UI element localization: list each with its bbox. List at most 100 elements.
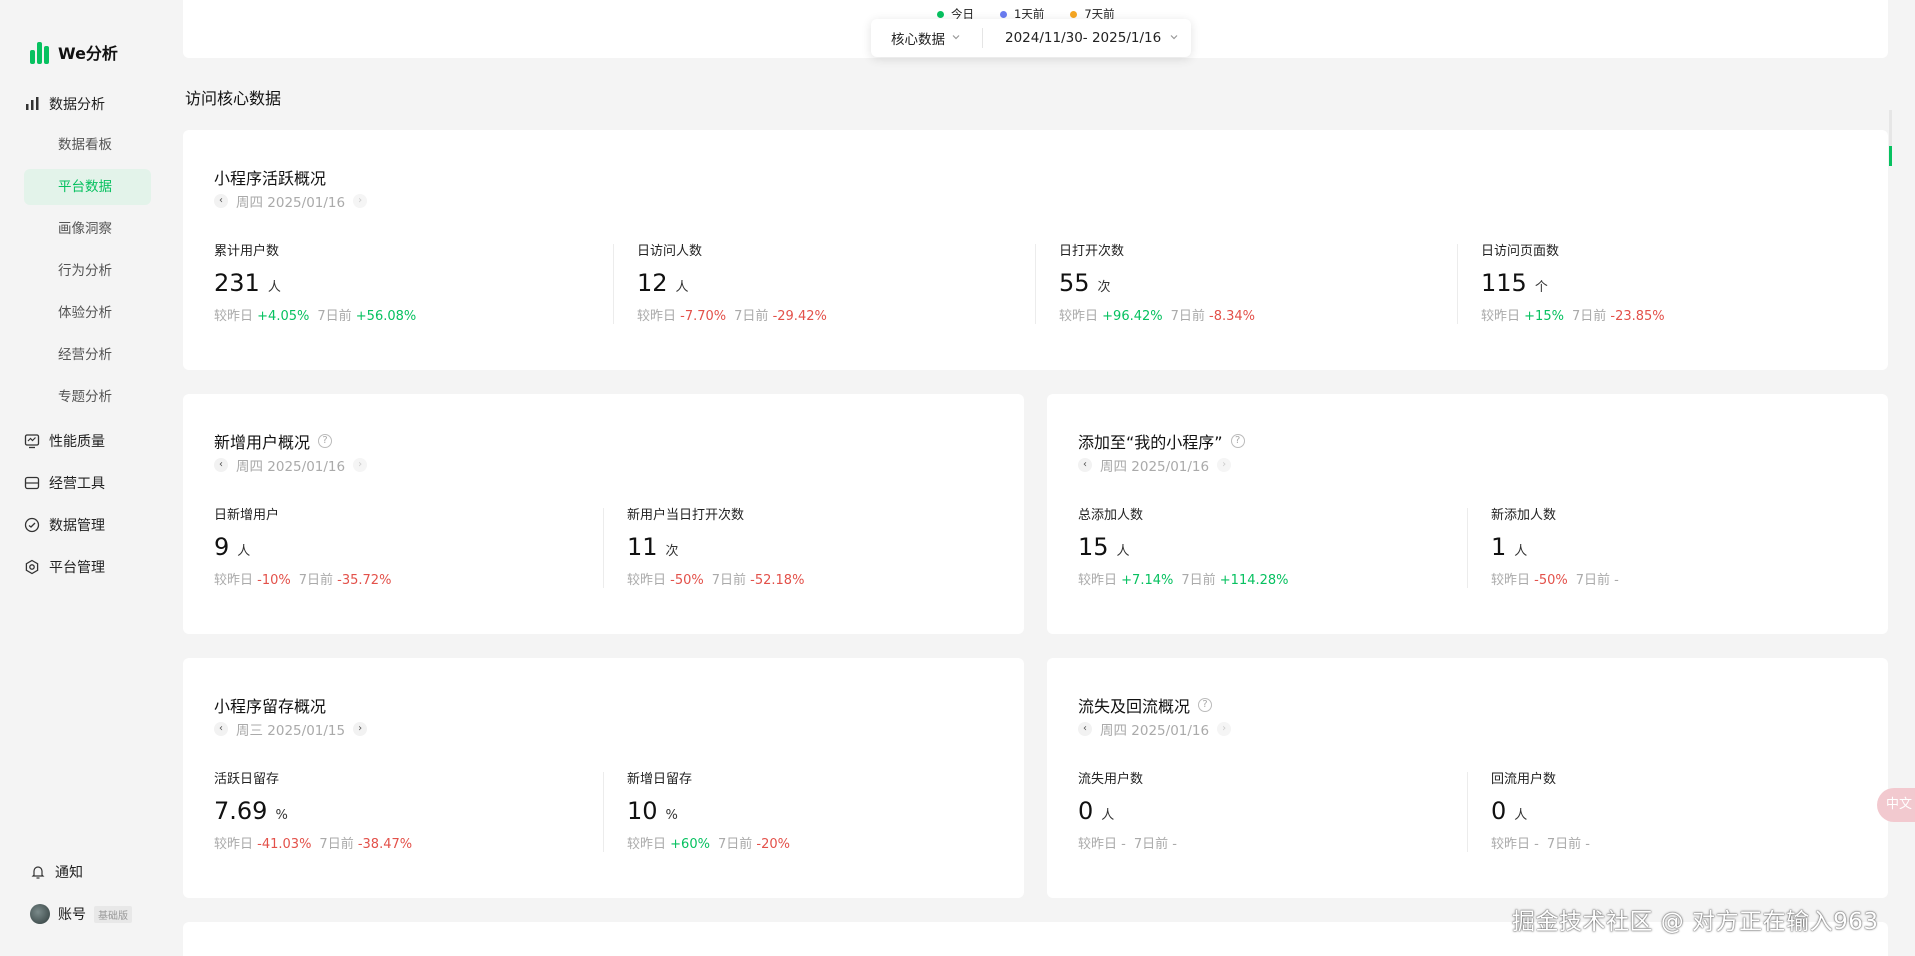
prev-date-icon[interactable]: ‹ [214, 458, 228, 472]
help-icon[interactable]: ? [1230, 434, 1245, 448]
metric-daily-opens: 日打开次数 55 次 较昨日 +96.42% 7日前 -8.34% [1059, 244, 1256, 324]
next-date-icon[interactable]: › [353, 194, 368, 208]
bell-icon [30, 864, 46, 880]
nav-group-data-analysis[interactable]: 数据分析 [24, 94, 105, 114]
section-title: 访问核心数据 [185, 89, 282, 108]
legend-dot [1070, 10, 1078, 18]
divider [1467, 508, 1468, 588]
date-label: 周四 2025/01/16 [1100, 459, 1210, 475]
nav-group-business-tools[interactable]: 经营工具 [24, 473, 105, 493]
chevron-down-icon [1169, 30, 1179, 46]
metric-active-retention: 活跃日留存 7.69% 较昨日 -41.03% 7日前 -38.47% [214, 772, 413, 852]
logo-text: We分析 [58, 44, 118, 63]
metric-daily-visitors: 日访问人数 12 人 较昨日 -7.70% 7日前 -29.42% [637, 244, 827, 324]
card-title: 新增用户概况? [214, 429, 333, 453]
scrollbar-thumb[interactable] [1889, 146, 1892, 166]
date-navigator: ‹ 周四 2025/01/16 › [214, 455, 368, 475]
category-value: 核心数据 [891, 32, 945, 48]
metric-total-users: 累计用户数 231 人 较昨日 +4.05% 7日前 +56.08% [214, 244, 417, 324]
notification-label: 通知 [55, 865, 83, 881]
card-new-users: 新增用户概况? ‹ 周四 2025/01/16 › 日新增用户 9人 较昨日 -… [183, 394, 1024, 634]
metric-new-retention: 新增日留存 10% 较昨日 +60% 7日前 -20% [627, 772, 790, 852]
bar-chart-icon [24, 96, 40, 112]
monitor-icon [24, 433, 40, 449]
account[interactable]: 账号 基础版 [30, 904, 132, 924]
metric-returned-users: 回流用户数 0人 较昨日 -7日前 - [1491, 772, 1590, 852]
nav-group-label: 数据分析 [49, 97, 105, 113]
card-title: 小程序活跃概况 [214, 169, 327, 188]
we-logo-icon [30, 40, 50, 64]
category-select[interactable]: 核心数据 [871, 28, 983, 48]
divider [603, 772, 604, 852]
sidebar-item-dashboard[interactable]: 数据看板 [24, 127, 151, 163]
metric-churned-users: 流失用户数 0人 较昨日 -7日前 - [1078, 772, 1177, 852]
nav-group-platform-management[interactable]: 平台管理 [24, 557, 105, 577]
metric-total-added: 总添加人数 15 人 较昨日 +7.14% 7日前 +114.28% [1078, 508, 1289, 588]
account-label: 账号 [58, 907, 86, 923]
nav-group-label: 平台管理 [49, 560, 105, 576]
card-retention: 小程序留存概况 ‹ 周三 2025/01/15 › 活跃日留存 7.69% 较昨… [183, 658, 1024, 898]
nav-group-data-management[interactable]: 数据管理 [24, 515, 105, 535]
sidebar-item-experience[interactable]: 体验分析 [24, 295, 151, 331]
sidebar-item-business[interactable]: 经营分析 [24, 337, 151, 373]
legend-dot [937, 10, 944, 18]
prev-date-icon[interactable]: ‹ [214, 194, 228, 208]
date-label: 周四 2025/01/16 [236, 459, 346, 475]
nav-group-performance[interactable]: 性能质量 [24, 431, 105, 451]
divider [1035, 244, 1036, 324]
date-range-value: 2024/11/30- 2025/1/16 [1005, 30, 1162, 46]
card-active-overview: 小程序活跃概况 ‹ 周四 2025/01/16 › 累计用户数 231 人 较昨日… [183, 130, 1888, 370]
date-navigator: ‹ 周四 2025/01/16 › [214, 191, 368, 211]
sidebar-item-topics[interactable]: 专题分析 [24, 379, 151, 415]
date-label: 周四 2025/01/16 [236, 195, 346, 211]
next-date-icon[interactable]: › [1217, 722, 1232, 736]
divider [1467, 772, 1468, 852]
help-icon[interactable]: ? [1198, 698, 1213, 712]
next-date-icon[interactable]: › [1217, 458, 1232, 472]
card-title: 流失及回流概况? [1078, 693, 1213, 717]
prev-date-icon[interactable]: ‹ [214, 722, 228, 736]
metric-new-user-opens: 新用户当日打开次数 11 次 较昨日 -50% 7日前 -52.18% [627, 508, 805, 588]
card-title: 添加至“我的小程序”? [1078, 429, 1245, 453]
gear-icon [24, 559, 40, 575]
nav-notification[interactable]: 通知 [30, 862, 83, 882]
metric-daily-new-users: 日新增用户 9人 较昨日 -10% 7日前 -35.72% [214, 508, 392, 588]
help-icon[interactable]: ? [318, 434, 333, 448]
metric-daily-pageviews: 日访问页面数 115 个 较昨日 +15% 7日前 -23.85% [1481, 244, 1665, 324]
date-label: 周三 2025/01/15 [236, 723, 346, 739]
prev-date-icon[interactable]: ‹ [1078, 458, 1092, 472]
account-badge: 基础版 [94, 905, 132, 923]
metric-new-added: 新添加人数 1人 较昨日 -50% 7日前 - [1491, 508, 1619, 588]
next-date-icon[interactable]: › [353, 722, 368, 736]
logo[interactable]: We分析 [30, 40, 118, 64]
card-title: 小程序留存概况 [214, 697, 327, 716]
sidebar: We分析 数据分析 数据看板 平台数据 画像洞察 行为分析 体验分析 经营分析 … [0, 0, 172, 956]
date-navigator: ‹ 周四 2025/01/16 › [1078, 455, 1232, 475]
nav-group-label: 性能质量 [49, 434, 105, 450]
sidebar-item-behavior[interactable]: 行为分析 [24, 253, 151, 289]
next-date-icon[interactable]: › [353, 458, 368, 472]
prev-date-icon[interactable]: ‹ [1078, 722, 1092, 736]
sidebar-item-portrait[interactable]: 画像洞察 [24, 211, 151, 247]
sidebar-item-platform-data[interactable]: 平台数据 [24, 169, 151, 205]
divider [603, 508, 604, 588]
nav-group-label: 经营工具 [49, 476, 105, 492]
divider [613, 244, 614, 324]
date-navigator: ‹ 周三 2025/01/15 › [214, 719, 368, 739]
translate-float-button[interactable]: 中文 [1877, 788, 1915, 822]
legend-dot [1000, 10, 1007, 18]
toolbox-icon [24, 475, 40, 491]
divider [1457, 244, 1458, 324]
card-added-to-mine: 添加至“我的小程序”? ‹ 周四 2025/01/16 › 总添加人数 15 人 … [1047, 394, 1888, 634]
chevron-down-icon [951, 30, 961, 46]
scrollbar[interactable] [1889, 110, 1892, 166]
date-navigator: ‹ 周四 2025/01/16 › [1078, 719, 1232, 739]
nav-group-label: 数据管理 [49, 518, 105, 534]
watermark: 掘金技术社区 @ 对方正在输入963 [1512, 909, 1879, 935]
filter-bar: 核心数据 2024/11/30- 2025/1/16 [871, 19, 1191, 57]
shield-check-icon [24, 517, 40, 533]
date-label: 周四 2025/01/16 [1100, 723, 1210, 739]
date-range-picker[interactable]: 2024/11/30- 2025/1/16 [983, 30, 1179, 46]
card-churn-return: 流失及回流概况? ‹ 周四 2025/01/16 › 流失用户数 0人 较昨日 … [1047, 658, 1888, 898]
avatar [30, 904, 50, 924]
